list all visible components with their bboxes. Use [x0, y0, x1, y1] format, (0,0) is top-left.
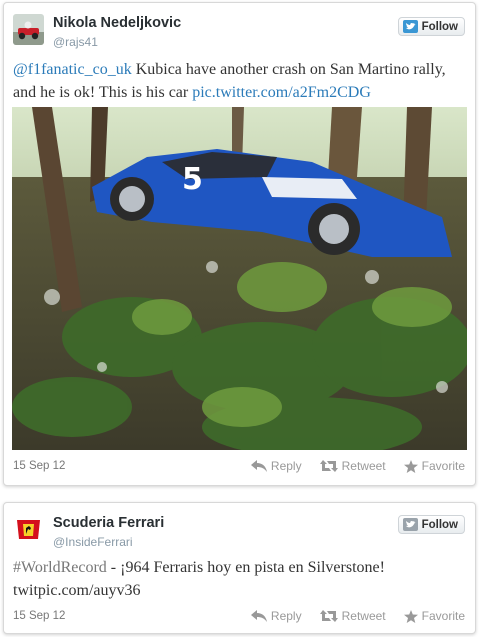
reply-button[interactable]: Reply: [250, 459, 302, 473]
tweet-actions: Reply Retweet Favorite: [250, 459, 465, 473]
tweet-card: Scuderia Ferrari @InsideFerrari Follow #…: [3, 502, 476, 634]
follow-label: Follow: [421, 518, 458, 531]
retweet-label: Retweet: [341, 459, 386, 473]
favorite-label: Favorite: [421, 459, 465, 473]
retweet-button[interactable]: Retweet: [319, 609, 386, 623]
tweet-text: #WorldRecord - ¡964 Ferraris hoy en pist…: [13, 556, 465, 602]
tweet-date[interactable]: 15 Sep 12: [13, 460, 65, 472]
author-name[interactable]: Nikola Nedeljkovic: [53, 15, 181, 31]
photo-link[interactable]: pic.twitter.com/a2Fm2CDG: [192, 84, 371, 101]
favorite-button[interactable]: Favorite: [403, 459, 465, 473]
reply-label: Reply: [270, 609, 302, 623]
tweet-date[interactable]: 15 Sep 12: [13, 610, 65, 622]
tweet-body: - ¡964 Ferraris hoy en pista en Silverst…: [106, 559, 385, 576]
reply-button[interactable]: Reply: [250, 609, 302, 623]
follow-button[interactable]: Follow: [397, 515, 465, 534]
reply-arrow-icon: [250, 460, 267, 472]
favorite-label: Favorite: [421, 609, 465, 623]
twitter-bird-icon: [402, 20, 418, 33]
tweet-actions: Reply Retweet Favorite: [250, 609, 465, 623]
author-handle[interactable]: @rajs41: [53, 35, 98, 49]
mention-link[interactable]: @f1fanatic_co_uk: [13, 61, 132, 78]
ferrari-logo-icon[interactable]: [13, 514, 44, 545]
follow-label: Follow: [421, 20, 458, 33]
retweet-label: Retweet: [341, 609, 386, 623]
star-icon: [403, 609, 418, 623]
follow-button[interactable]: Follow: [397, 17, 465, 36]
car-number: 5: [182, 162, 203, 197]
twitpic-link[interactable]: twitpic.com/auyv36: [13, 582, 141, 599]
hashtag-link[interactable]: #WorldRecord: [13, 559, 107, 576]
reply-label: Reply: [270, 459, 302, 473]
reply-arrow-icon: [250, 610, 267, 622]
retweet-button[interactable]: Retweet: [319, 459, 386, 473]
retweet-icon: [319, 460, 338, 472]
tweet-photo[interactable]: 5: [12, 107, 467, 450]
author-name[interactable]: Scuderia Ferrari: [53, 515, 164, 531]
tweet-card: Nikola Nedeljkovic @rajs41 Follow @f1fan…: [3, 2, 476, 486]
star-icon: [403, 459, 418, 473]
favorite-button[interactable]: Favorite: [403, 609, 465, 623]
tweet-text: @f1fanatic_co_uk Kubica have another cra…: [13, 58, 465, 104]
kart-avatar-icon[interactable]: [13, 14, 44, 45]
author-handle[interactable]: @InsideFerrari: [53, 535, 133, 549]
twitter-bird-icon: [402, 518, 418, 531]
retweet-icon: [319, 610, 338, 622]
